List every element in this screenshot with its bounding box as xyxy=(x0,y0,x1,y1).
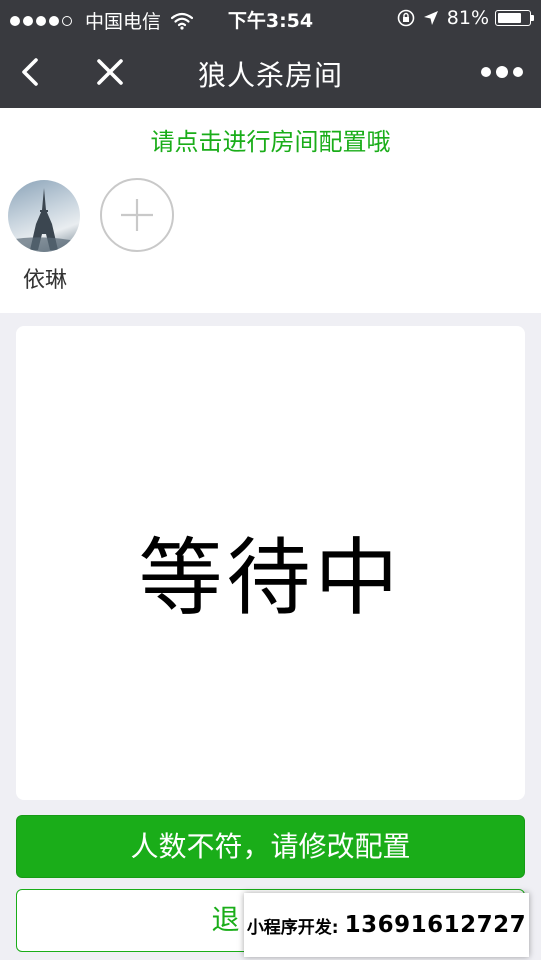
exit-room-label: 退 xyxy=(211,903,240,936)
developer-label: 小程序开发: xyxy=(246,917,339,938)
avatar xyxy=(8,180,80,252)
status-bar: 中国电信 下午3:54 81% xyxy=(0,0,541,36)
location-arrow-icon xyxy=(423,11,438,25)
modify-config-button[interactable]: 人数不符，请修改配置 xyxy=(16,815,525,878)
status-right: 81% xyxy=(397,7,534,29)
player-name: 依琳 xyxy=(22,268,67,293)
page-title: 狼人杀房间 xyxy=(197,59,343,92)
plus-icon xyxy=(121,199,153,231)
add-player-button[interactable] xyxy=(100,178,174,252)
waiting-status-text: 等待中 xyxy=(138,529,403,627)
config-hint-link[interactable]: 请点击进行房间配置哦 xyxy=(0,122,541,157)
battery-fill xyxy=(498,13,521,23)
eiffel-tower-photo xyxy=(8,188,80,252)
orientation-lock-icon xyxy=(397,9,415,27)
more-dots-icon[interactable] xyxy=(479,62,525,82)
developer-phone: 13691612727 xyxy=(344,912,527,938)
developer-contact-banner: 小程序开发: 13691612727 xyxy=(244,893,529,957)
battery-tip xyxy=(531,15,534,21)
status-card: 等待中 xyxy=(16,326,525,800)
battery-percent: 81% xyxy=(446,7,489,29)
nav-bar: 狼人杀房间 xyxy=(0,36,541,108)
player-seat[interactable]: 依琳 xyxy=(8,180,82,294)
room-header: 请点击进行房间配置哦 依琳 xyxy=(0,108,541,313)
battery-icon xyxy=(495,10,534,26)
